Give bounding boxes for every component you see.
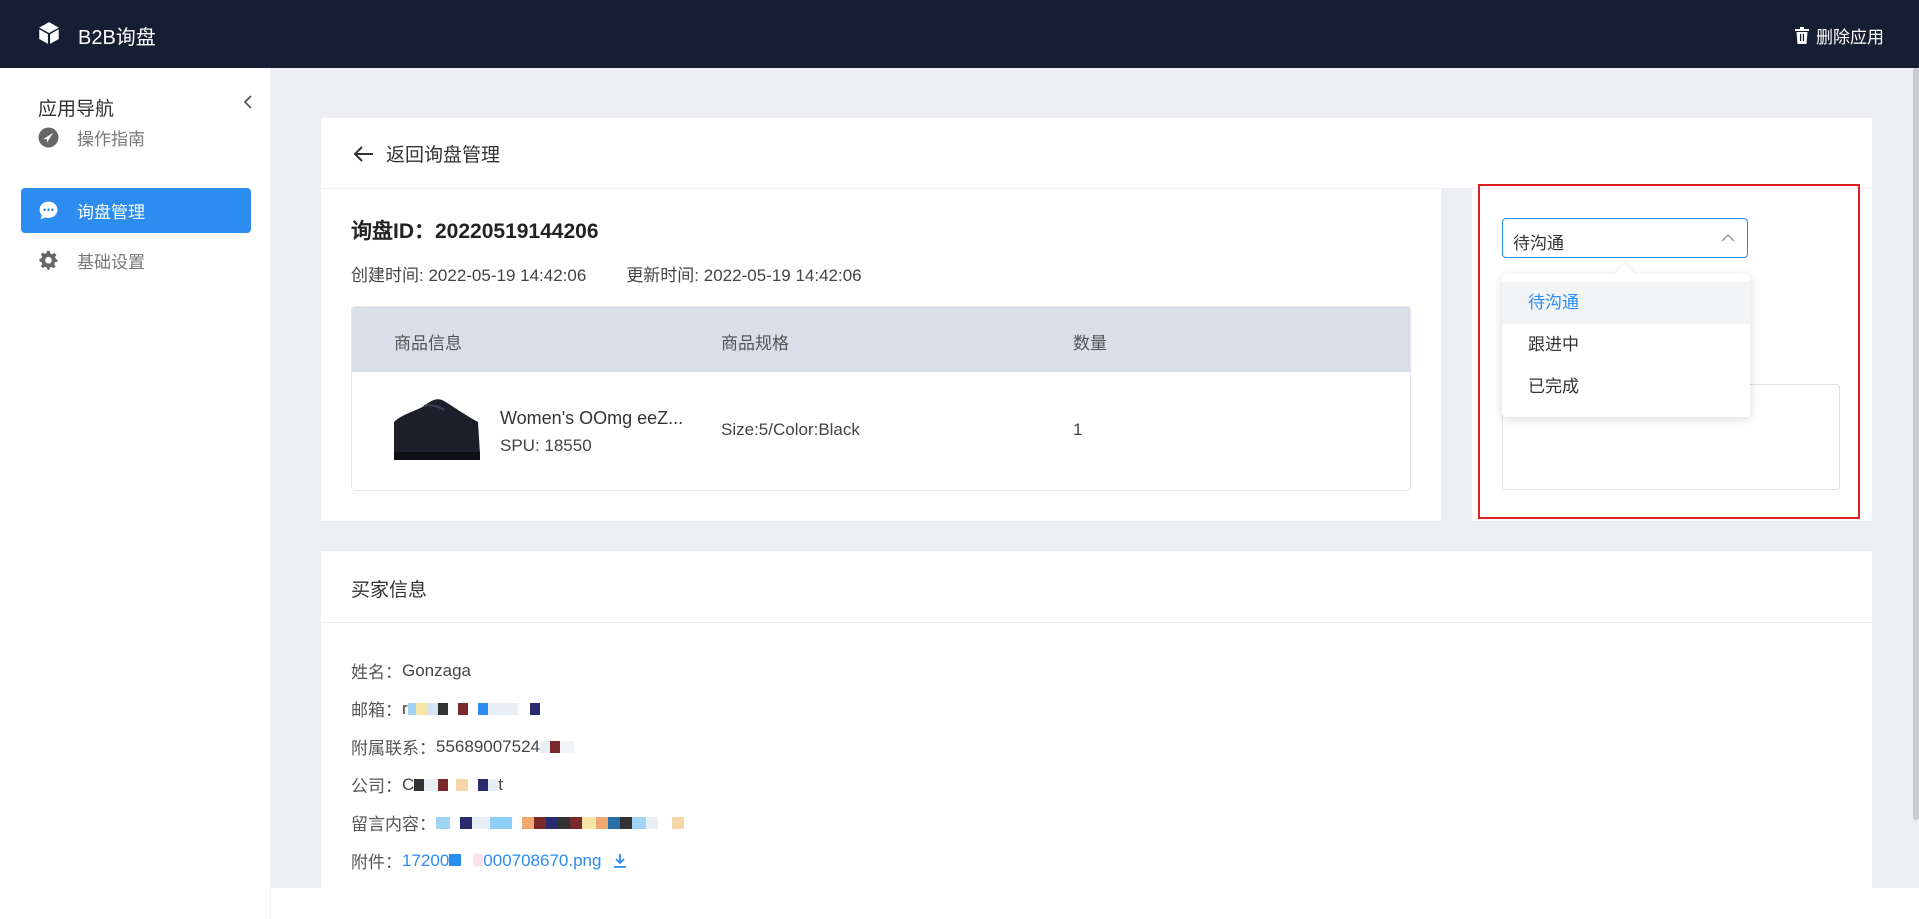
detail-header-card xyxy=(321,118,1872,188)
buyer-name-row: 姓名： Gonzaga xyxy=(351,658,471,683)
inquiry-id-value: 20220519144206 xyxy=(435,220,599,243)
attachment-suffix: 000708670.png xyxy=(483,850,602,870)
redacted-attachment xyxy=(449,853,484,867)
redacted-message xyxy=(436,816,684,830)
trash-icon xyxy=(1795,27,1809,44)
attachment-link[interactable]: 17200 000708670.png xyxy=(402,851,601,871)
scrollbar[interactable] xyxy=(1913,68,1919,820)
top-bar: B2B询盘 删除应用 xyxy=(0,0,1919,68)
name-label: 姓名： xyxy=(351,663,402,682)
product-thumbnail xyxy=(392,392,482,464)
sidebar: 应用导航 操作指南 询盘管理 基础设置 xyxy=(0,68,271,919)
cube-logo-icon xyxy=(39,22,59,44)
buyer-name: Gonzaga xyxy=(402,660,471,680)
navigation-icon xyxy=(38,127,59,148)
sidebar-item-label: 基础设置 xyxy=(77,253,145,272)
header-product-spec: 商品规格 xyxy=(721,334,789,353)
created-label: 创建时间: xyxy=(351,266,429,285)
buyer-message-row: 留言内容： xyxy=(351,810,684,835)
email-label: 邮箱： xyxy=(351,701,402,720)
arrow-left-icon xyxy=(353,145,373,162)
buyer-phone: 55689007524 xyxy=(436,736,541,756)
delete-app-label: 删除应用 xyxy=(1816,28,1884,47)
updated-label: 更新时间: xyxy=(626,266,704,285)
created-value: 2022-05-19 14:42:06 xyxy=(428,266,587,285)
gear-icon xyxy=(39,250,58,270)
product-spu: SPU: 18550 xyxy=(500,436,592,455)
updated-value: 2022-05-19 14:42:06 xyxy=(703,266,862,285)
attachment-label: 附件： xyxy=(351,853,402,872)
app-title: B2B询盘 xyxy=(78,27,156,49)
back-link[interactable]: 返回询盘管理 xyxy=(352,140,500,167)
buyer-email-row: 邮箱： r xyxy=(351,696,540,721)
product-name[interactable]: Women's OOmg eeZ... xyxy=(500,408,683,429)
buyer-company: C xyxy=(402,774,415,794)
buyer-phone-row: 附属联系： 55689007524 xyxy=(351,734,575,759)
timestamps: 创建时间: 2022-05-19 14:42:06 更新时间: 2022-05-… xyxy=(351,261,862,286)
header-product-info: 商品信息 xyxy=(394,334,462,353)
redacted-company xyxy=(414,778,499,792)
delete-app-button[interactable]: 删除应用 xyxy=(1794,23,1884,48)
created-time: 创建时间: 2022-05-19 14:42:06 xyxy=(351,261,586,286)
attachment-prefix: 17200 xyxy=(402,850,450,870)
highlight-box xyxy=(1478,184,1860,519)
redacted-email xyxy=(407,702,540,716)
redacted-phone xyxy=(540,740,575,754)
buyer-company-suffix: t xyxy=(498,774,504,794)
table-header: 商品信息 商品规格 数量 xyxy=(352,307,1410,372)
message-label: 留言内容： xyxy=(351,815,436,834)
product-spec: Size:5/Color:Black xyxy=(721,420,860,439)
inquiry-id: 询盘ID：20220519144206 xyxy=(351,215,599,245)
sidebar-item-label: 询盘管理 xyxy=(77,203,145,222)
back-link-label: 返回询盘管理 xyxy=(386,145,501,166)
buyer-attachment-row: 附件： 17200 000708670.png xyxy=(351,848,627,873)
buyer-info-title: 买家信息 xyxy=(351,580,428,601)
table-row: Women's OOmg eeZ... SPU: 18550 Size:5/Co… xyxy=(352,372,1410,490)
product-table: 商品信息 商品规格 数量 Women's OOmg eeZ... SPU: 18… xyxy=(351,306,1411,491)
buyer-company-row: 公司： C t xyxy=(351,772,503,797)
sidebar-item-settings[interactable]: 基础设置 xyxy=(21,238,251,283)
buyer-info-card xyxy=(321,551,1872,888)
sidebar-item-inquiry[interactable]: 询盘管理 xyxy=(21,188,251,233)
chat-icon xyxy=(39,201,58,220)
inquiry-id-label: 询盘ID： xyxy=(351,220,435,243)
divider xyxy=(321,622,1872,623)
sidebar-item-guide[interactable]: 操作指南 xyxy=(21,115,251,160)
phone-label: 附属联系： xyxy=(351,739,436,758)
collapse-chevron-icon[interactable] xyxy=(240,94,256,110)
download-icon[interactable] xyxy=(613,853,627,869)
header-quantity: 数量 xyxy=(1073,334,1107,353)
updated-time: 更新时间: 2022-05-19 14:42:06 xyxy=(626,261,861,286)
product-quantity: 1 xyxy=(1073,420,1083,439)
company-label: 公司： xyxy=(351,777,402,796)
sidebar-item-label: 操作指南 xyxy=(77,130,145,149)
